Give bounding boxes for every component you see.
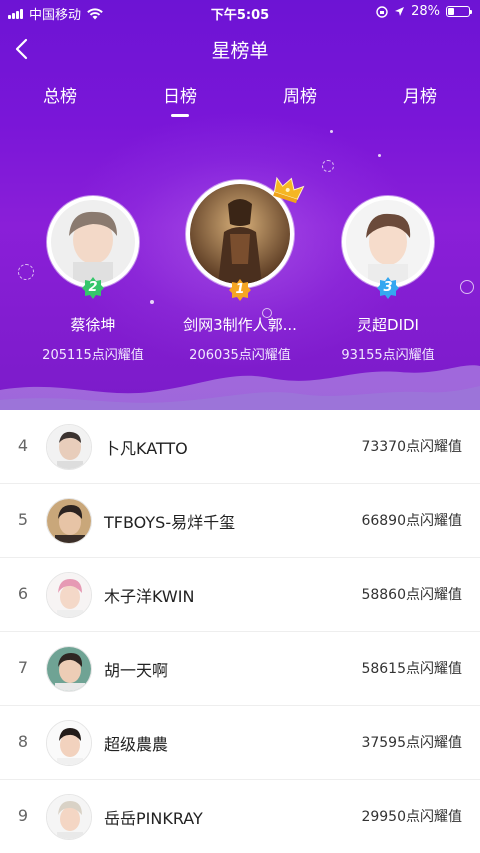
podium-rank-3[interactable]: 3 灵超DIDI 93155点闪耀值 xyxy=(341,196,435,366)
avatar xyxy=(46,572,92,618)
avatar xyxy=(190,184,290,284)
row-score: 29950点闪耀值 xyxy=(361,809,462,825)
ranking-list: 4 卜凡KATTO 73370点闪耀值 5 TFBOYS-易烊千玺 66890点… xyxy=(0,410,480,853)
podium-name: 灵超DIDI xyxy=(357,316,419,334)
podium-rank-2[interactable]: 2 蔡徐坤 205115点闪耀值 xyxy=(42,196,144,366)
list-item[interactable]: 4 卜凡KATTO 73370点闪耀值 xyxy=(0,410,480,484)
row-score: 37595点闪耀值 xyxy=(361,735,462,751)
row-name: 卜凡KATTO xyxy=(104,439,188,458)
rank-badge-icon: 3 xyxy=(376,276,400,300)
podium-name: 蔡徐坤 xyxy=(70,316,116,334)
rank-badge-icon: 2 xyxy=(81,276,105,300)
rotation-lock-icon xyxy=(376,5,388,18)
rank-badge-icon: 1 xyxy=(228,278,252,302)
podium-score: 93155点闪耀值 xyxy=(341,348,435,363)
list-item[interactable]: 7 胡一天啊 58615点闪耀值 xyxy=(0,632,480,706)
deco-dot xyxy=(150,300,154,304)
podium-score: 205115点闪耀值 xyxy=(42,348,144,363)
nav-bar: 星榜单 xyxy=(0,24,480,72)
row-name: 胡一天啊 xyxy=(104,661,169,680)
avatar xyxy=(46,424,92,470)
avatar xyxy=(51,200,135,284)
tab-daily[interactable]: 日榜 xyxy=(150,82,210,107)
list-item[interactable]: 8 超级農農 37595点闪耀值 xyxy=(0,706,480,780)
row-name: 岳岳PINKRAY xyxy=(104,809,203,828)
list-item[interactable]: 5 TFBOYS-易烊千玺 66890点闪耀值 xyxy=(0,484,480,558)
row-score: 66890点闪耀值 xyxy=(361,513,462,529)
rank-number: 7 xyxy=(17,658,29,677)
battery-percent: 28% xyxy=(411,4,440,19)
row-name: TFBOYS-易烊千玺 xyxy=(104,513,236,532)
avatar xyxy=(46,794,92,840)
avatar xyxy=(46,498,92,544)
page-title: 星榜单 xyxy=(211,40,269,62)
podium-rank-1[interactable]: 1 剑网3制作人郭... 206035点闪耀值 xyxy=(183,176,305,366)
tab-monthly[interactable]: 月榜 xyxy=(390,82,450,107)
rank-number: 9 xyxy=(17,806,29,825)
row-score: 73370点闪耀值 xyxy=(361,439,462,455)
avatar xyxy=(46,646,92,692)
deco-circle xyxy=(460,280,474,294)
rank-number: 5 xyxy=(17,510,29,529)
rank-number: 8 xyxy=(17,732,29,751)
deco-dot xyxy=(378,154,381,157)
avatar xyxy=(46,720,92,766)
deco-dot xyxy=(330,130,333,133)
active-tab-indicator xyxy=(171,114,189,117)
avatar xyxy=(346,200,430,284)
rank-number: 4 xyxy=(17,436,29,455)
list-item[interactable]: 9 岳岳PINKRAY 29950点闪耀值 xyxy=(0,780,480,853)
row-score: 58860点闪耀值 xyxy=(361,587,462,603)
podium-name: 剑网3制作人郭... xyxy=(183,316,297,334)
tab-bar: 总榜 日榜 周榜 月榜 xyxy=(0,74,480,118)
tab-weekly[interactable]: 周榜 xyxy=(270,82,330,107)
deco-circle xyxy=(322,160,334,172)
location-icon xyxy=(395,7,405,16)
row-score: 58615点闪耀值 xyxy=(361,661,462,677)
deco-circle xyxy=(18,264,34,280)
tab-total[interactable]: 总榜 xyxy=(30,82,90,107)
rank-number: 6 xyxy=(17,584,29,603)
hero-banner: 中国移动 下午5:05 28% 星榜单 总榜 日榜 周榜 月榜 2 蔡徐坤 20… xyxy=(0,0,480,410)
status-bar: 中国移动 下午5:05 28% xyxy=(0,0,480,24)
battery-icon xyxy=(446,6,472,17)
row-name: 木子洋KWIN xyxy=(104,587,195,606)
list-item[interactable]: 6 木子洋KWIN 58860点闪耀值 xyxy=(0,558,480,632)
podium-score: 206035点闪耀值 xyxy=(189,348,291,363)
row-name: 超级農農 xyxy=(104,735,169,754)
